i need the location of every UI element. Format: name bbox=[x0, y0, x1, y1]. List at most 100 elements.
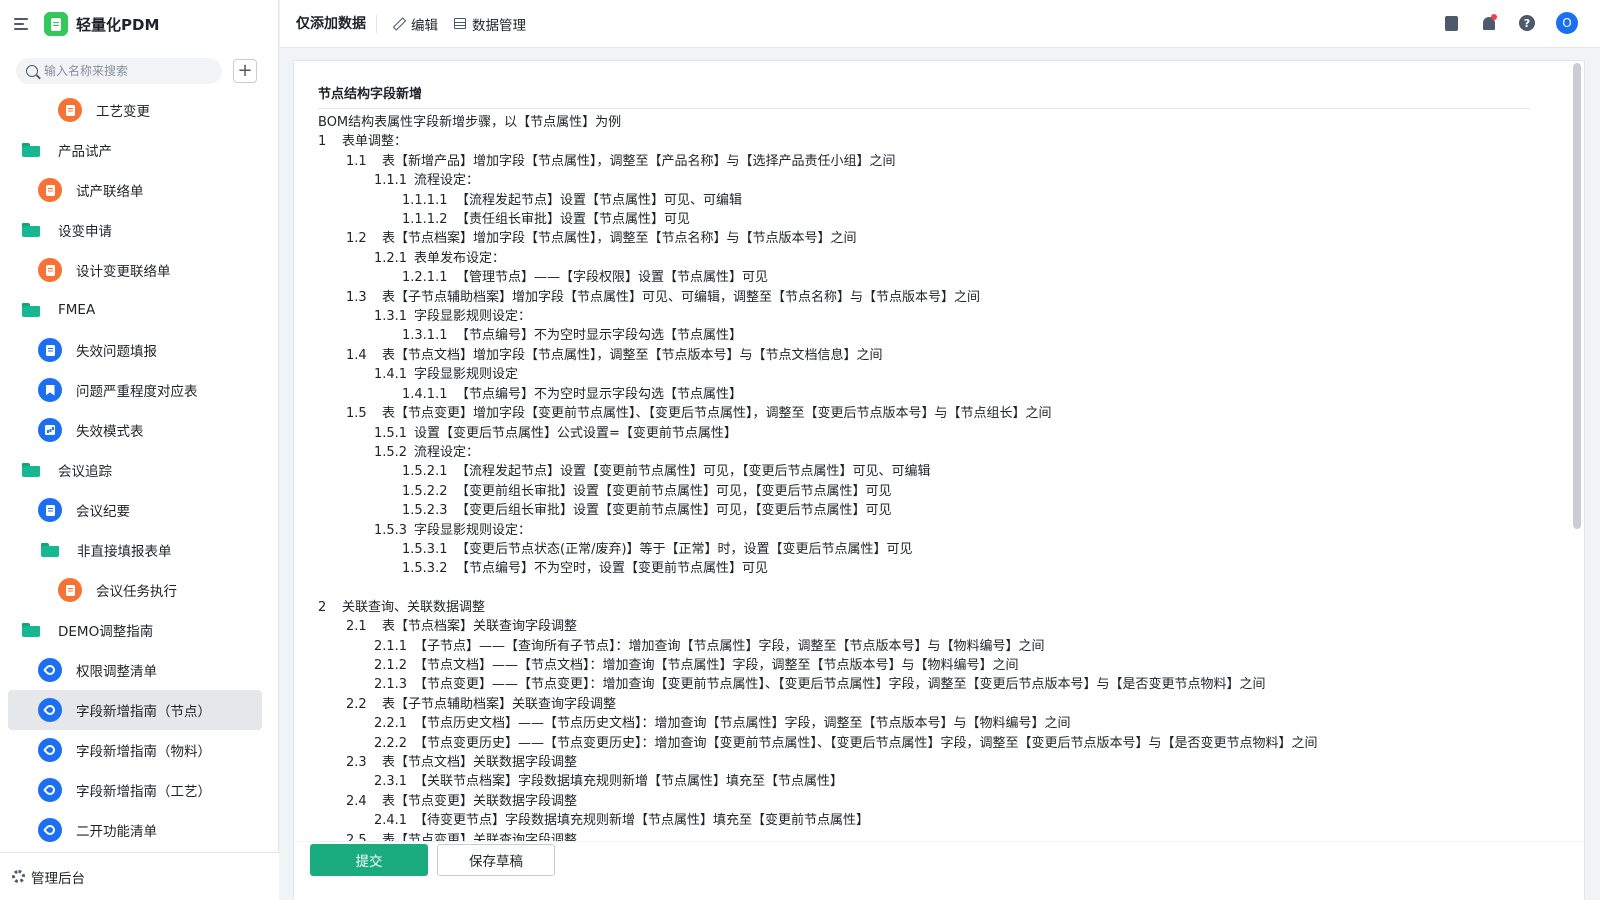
line-text: 【变更后节点状态(正常/废弃)】等于【正常】时，设置【变更后节点属性】可见 bbox=[456, 541, 913, 557]
doc-icon bbox=[38, 498, 62, 522]
sidebar-item[interactable]: 字段新增指南（物料） bbox=[8, 730, 262, 770]
sidebar-item-label: 字段新增指南（工艺） bbox=[76, 784, 211, 800]
sidebar-folder[interactable]: 产品试产 bbox=[8, 130, 262, 170]
save-draft-button[interactable]: 保存草稿 bbox=[437, 844, 555, 876]
line-number: 1.1 bbox=[346, 153, 367, 169]
sidebar-item[interactable]: 字段新增指南（节点） bbox=[8, 690, 262, 730]
sidebar-folder[interactable]: FMEA bbox=[8, 290, 262, 330]
sidebar-item[interactable]: 失效问题填报 bbox=[8, 330, 262, 370]
brand: 轻量化PDM bbox=[14, 10, 159, 38]
sidebar-folder[interactable]: 会议追踪 bbox=[8, 450, 262, 490]
line-number: 2.1.3 bbox=[374, 677, 408, 693]
document-line: 1 表单调整： bbox=[318, 132, 1542, 151]
topbar-actions: ? O bbox=[1442, 12, 1578, 34]
sidebar-item-label: DEMO调整指南 bbox=[58, 624, 154, 640]
line-text: 表单调整： bbox=[342, 134, 408, 150]
document-line: 2.1.3 【节点变更】——【节点变更】：增加查询【变更前节点属性】、【变更后节点… bbox=[318, 675, 1542, 694]
section-title: 节点结构字段新增 bbox=[318, 83, 1530, 109]
line-number: 1.2.1 bbox=[374, 250, 408, 266]
doc-icon bbox=[38, 258, 62, 282]
doc-icon bbox=[38, 338, 62, 362]
sidebar-item[interactable]: 会议纪要 bbox=[8, 490, 262, 530]
sidebar-item-label: 字段新增指南（物料） bbox=[76, 744, 211, 760]
document-line: 1.4.1.1 【节点编号】不为空时显示字段勾选【节点属性】 bbox=[318, 385, 1542, 404]
document-body: BOM结构表属性字段新增步骤，以【节点属性】为例 1 表单调整： 1.1 表【新增产品】… bbox=[318, 113, 1542, 849]
line-text: 表【节点文档】关联数据字段调整 bbox=[382, 755, 578, 770]
line-number: 1.2.1.1 bbox=[402, 270, 448, 286]
document-line: 1.3.1.1 【节点编号】不为空时显示字段勾选【节点属性】 bbox=[318, 326, 1542, 345]
line-number: 1.4.1 bbox=[374, 367, 408, 383]
sidebar-folder[interactable]: DEMO调整指南 bbox=[8, 610, 262, 650]
line-number: 2.2 bbox=[346, 696, 367, 712]
sidebar-item[interactable]: 设计变更联络单 bbox=[8, 250, 262, 290]
line-text: 【节点历史文档】——【节点历史文档】：增加查询【节点属性】字段，调整至【节点版本… bbox=[414, 716, 1071, 732]
document-line: 1.5 表【节点变更】增加字段【变更前节点属性】、【变更后节点属性】，调整至【变更… bbox=[318, 404, 1542, 423]
document-line: 1.5.1 设置【变更后节点属性】公式设置=【变更前节点属性】 bbox=[318, 424, 1542, 443]
line-number: 1.5 bbox=[346, 406, 367, 422]
doc-icon bbox=[38, 178, 62, 202]
line-number: 2.2.1 bbox=[374, 716, 408, 732]
sidebar-item-label: 字段新增指南（节点） bbox=[76, 704, 211, 720]
tag-icon bbox=[38, 698, 62, 722]
sidebar-item[interactable]: 失效模式表 bbox=[8, 410, 262, 450]
tag-icon bbox=[38, 818, 62, 842]
sidebar-item[interactable]: 工艺变更 bbox=[8, 90, 262, 130]
sidebar-item-label: 试产联络单 bbox=[76, 184, 144, 200]
line-text: 表【子节点辅助档案】关联查询字段调整 bbox=[382, 696, 617, 712]
sidebar-item[interactable]: 字段新增指南（工艺） bbox=[8, 770, 262, 810]
sidebar-folder[interactable]: 设变申请 bbox=[8, 210, 262, 250]
line-text: 关联查询、关联数据调整 bbox=[342, 599, 486, 615]
pencil-icon bbox=[393, 18, 405, 30]
submit-button[interactable]: 提交 bbox=[310, 844, 428, 876]
tag-icon bbox=[38, 738, 62, 762]
folder-icon bbox=[41, 543, 59, 557]
line-text: 【流程发起节点】设置【变更前节点属性】可见，【变更后节点属性】可见、可编辑 bbox=[456, 464, 931, 480]
avatar[interactable]: O bbox=[1556, 12, 1578, 34]
sidebar-item-label: 设变申请 bbox=[58, 224, 112, 240]
line-text: 【关联节点档案】字段数据填充规则新增【节点属性】填充至【节点属性】 bbox=[414, 774, 844, 790]
sidebar-item-label: 工艺变更 bbox=[96, 104, 150, 120]
line-text: 表单发布设定： bbox=[414, 250, 506, 266]
line-number: 1.2 bbox=[346, 231, 367, 247]
line-number: 1.4 bbox=[346, 347, 367, 363]
line-number: 1.3.1 bbox=[374, 309, 408, 325]
document-line: 1.5.2.1 【流程发起节点】设置【变更前节点属性】可见，【变更后节点属性】可见… bbox=[318, 462, 1542, 481]
document-line: 1.5.2.3 【变更后组长审批】设置【变更前节点属性】可见，【变更后节点属性】可… bbox=[318, 501, 1542, 520]
sidebar-item-label: 权限调整清单 bbox=[76, 664, 157, 680]
sidebar-folder[interactable]: 非直接填报表单 bbox=[8, 530, 262, 570]
sidebar-item-label: FMEA bbox=[58, 302, 96, 318]
add-button[interactable]: + bbox=[233, 59, 257, 83]
edit-button[interactable]: 编辑 bbox=[393, 14, 438, 34]
folder-icon bbox=[22, 463, 40, 477]
search-input[interactable] bbox=[44, 64, 214, 78]
scrollbar[interactable] bbox=[1573, 63, 1581, 529]
sidebar-item-label: 产品试产 bbox=[58, 144, 112, 160]
sidebar-item[interactable]: 会议任务执行 bbox=[8, 570, 262, 610]
form-footer: 提交 保存草稿 bbox=[294, 841, 1584, 900]
line-text: 【变更后组长审批】设置【变更前节点属性】可见，【变更后节点属性】可见 bbox=[456, 503, 892, 519]
hamburger-menu-icon[interactable] bbox=[14, 17, 32, 31]
admin-console-link[interactable]: 管理后台 bbox=[0, 852, 279, 900]
chart-icon bbox=[38, 418, 62, 442]
line-number: 1.5.3.2 bbox=[402, 561, 448, 577]
sidebar-item[interactable]: 权限调整清单 bbox=[8, 650, 262, 690]
admin-label: 管理后台 bbox=[31, 870, 85, 887]
line-number: 1.5.3.1 bbox=[402, 541, 448, 557]
document-line: 1.4 表【节点文档】增加字段【节点属性】，调整至【节点版本号】与【节点文档信息】… bbox=[318, 346, 1542, 365]
bell-icon[interactable] bbox=[1480, 14, 1498, 32]
document-line: 1.1.1.1 【流程发起节点】设置【节点属性】可见、可编辑 bbox=[318, 191, 1542, 210]
help-icon[interactable]: ? bbox=[1518, 14, 1536, 32]
document-line: 1.5.3.2 【节点编号】不为空时，设置【变更前节点属性】可见 bbox=[318, 559, 1542, 578]
line-number: 1.1.1 bbox=[374, 173, 408, 189]
book-icon[interactable] bbox=[1442, 14, 1460, 32]
content-card: 节点结构字段新增 BOM结构表属性字段新增步骤，以【节点属性】为例 1 表单调整： 1… bbox=[293, 60, 1585, 900]
sidebar-item[interactable]: 问题严重程度对应表 bbox=[8, 370, 262, 410]
sidebar-item[interactable]: 二开功能清单 bbox=[8, 810, 262, 850]
data-manage-button[interactable]: 数据管理 bbox=[454, 14, 526, 34]
line-number: 2.3.1 bbox=[374, 774, 408, 790]
sidebar-item[interactable]: 试产联络单 bbox=[8, 170, 262, 210]
line-text: 【节点文档】——【节点文档】：增加查询【节点属性】字段，调整至【节点版本号】与【… bbox=[414, 657, 1019, 673]
document-line: 1.1.1 流程设定： bbox=[318, 171, 1542, 190]
edit-label: 编辑 bbox=[411, 17, 438, 34]
